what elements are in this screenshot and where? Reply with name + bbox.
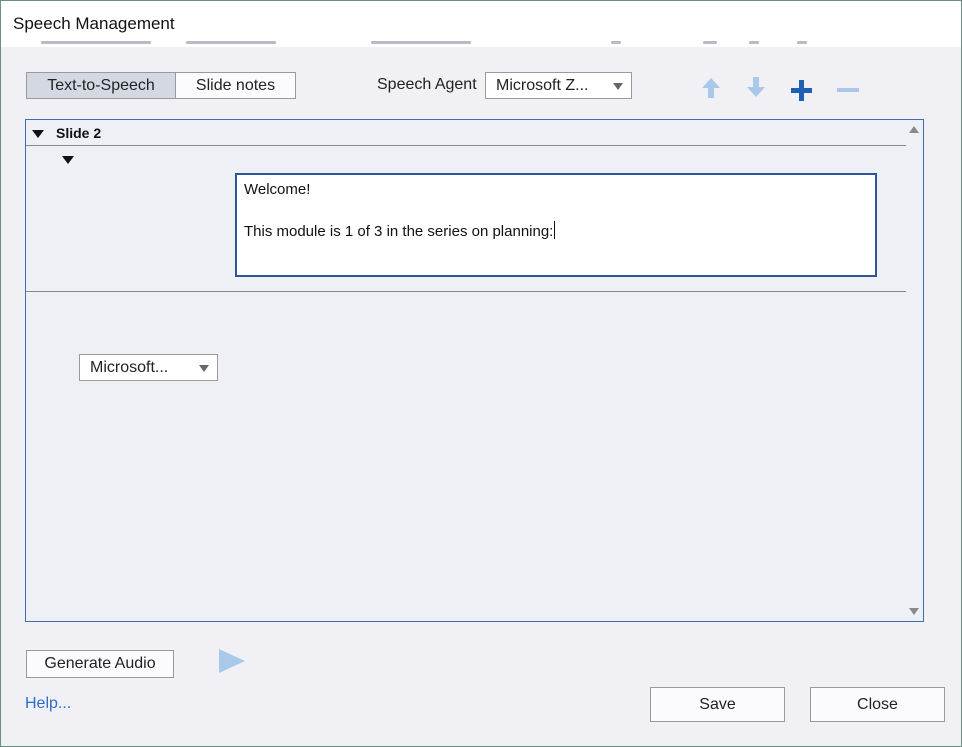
- speech-agent-label: Speech Agent: [377, 76, 477, 93]
- save-button[interactable]: Save: [650, 687, 785, 722]
- generate-audio-button[interactable]: Generate Audio: [26, 650, 174, 678]
- text-line-content: This module is 1 of 3 in the series on p…: [244, 223, 554, 240]
- obscured-toolbar-strip: [41, 41, 821, 47]
- move-down-icon[interactable]: [743, 74, 769, 100]
- slide-speech-panel: Slide 2 Welcome! This module is 1 of 3 i…: [25, 119, 924, 622]
- tab-slide-notes[interactable]: Slide notes: [175, 72, 296, 99]
- divider: [26, 291, 906, 292]
- text-cursor: [554, 221, 556, 239]
- help-link[interactable]: Help...: [25, 695, 71, 713]
- speech-agent-select[interactable]: Microsoft Z...: [485, 72, 632, 99]
- add-icon[interactable]: [789, 78, 815, 104]
- text-line: This module is 1 of 3 in the series on p…: [244, 221, 868, 242]
- collapse-triangle-icon[interactable]: [32, 130, 44, 138]
- voice-select-value: Microsoft...: [90, 358, 169, 376]
- title-bar: Speech Management: [1, 1, 961, 47]
- move-up-icon[interactable]: [698, 75, 724, 101]
- speech-agent-value: Microsoft Z...: [496, 76, 589, 94]
- window-title: Speech Management: [13, 14, 175, 33]
- expand-item-triangle-icon[interactable]: [62, 156, 74, 164]
- slide-title: Slide 2: [56, 125, 102, 141]
- chevron-down-icon: [613, 83, 623, 90]
- chevron-down-icon: [199, 365, 209, 372]
- slide-header: Slide 2: [26, 120, 906, 146]
- remove-icon[interactable]: [835, 77, 861, 103]
- close-button[interactable]: Close: [810, 687, 945, 722]
- tab-text-to-speech[interactable]: Text-to-Speech: [26, 72, 176, 99]
- speech-management-dialog: Speech Management Text-to-Speech Slide n…: [0, 0, 962, 747]
- text-line: Welcome!: [244, 181, 311, 198]
- text-line: [244, 200, 868, 221]
- voice-select[interactable]: Microsoft...: [79, 354, 218, 381]
- play-icon[interactable]: [219, 649, 245, 673]
- scroll-up-arrow-icon[interactable]: [909, 126, 919, 133]
- speech-text-input[interactable]: Welcome! This module is 1 of 3 in the se…: [235, 173, 877, 277]
- scroll-down-arrow-icon[interactable]: [909, 608, 919, 615]
